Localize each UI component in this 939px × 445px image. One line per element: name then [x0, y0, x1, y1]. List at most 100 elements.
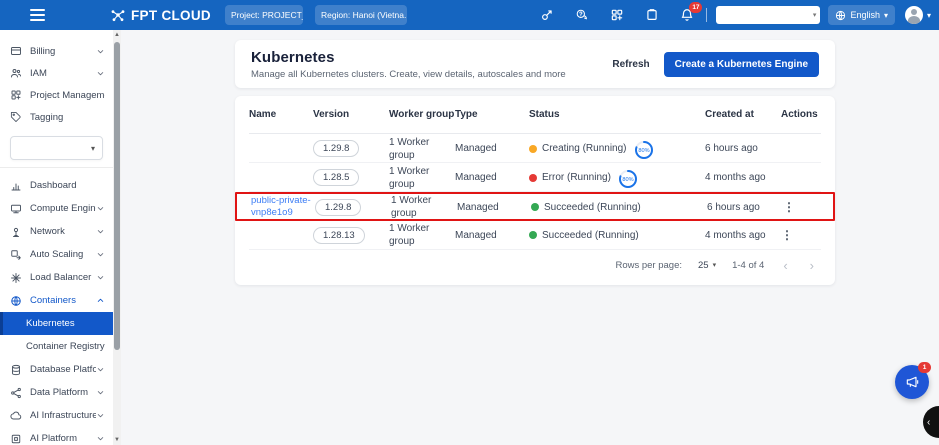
- sidebar-nav: Billing IAM Project Management Tagging ▾ Da…: [0, 30, 113, 445]
- topbar-divider: [706, 8, 707, 22]
- chevron-down-icon: [96, 411, 105, 420]
- sidebar-item-containers[interactable]: Containers: [0, 289, 113, 312]
- col-version: Version: [313, 109, 389, 120]
- rows-per-page-label: Rows per page:: [615, 260, 682, 271]
- scroll-up-arrow-icon[interactable]: ▲: [113, 31, 121, 39]
- status-cell: Succeeded (Running): [531, 202, 707, 213]
- create-kubernetes-engine-button[interactable]: Create a Kubernetes Engine: [664, 52, 819, 77]
- load-balancer-icon: [10, 272, 22, 284]
- worker-group-cell: 1 Worker group: [391, 194, 457, 220]
- type-cell: Managed: [457, 202, 531, 213]
- status-dot: [529, 145, 537, 153]
- chevron-down-icon: ▾: [91, 144, 95, 153]
- access-key-icon[interactable]: [539, 7, 555, 23]
- status-dot: [531, 203, 539, 211]
- sidebar-item-data-platform[interactable]: Data Platform: [0, 381, 113, 404]
- worker-group-cell: 1 Worker group: [389, 222, 455, 248]
- sidebar-item-label: Data Platform: [30, 387, 96, 398]
- sidebar-item-label: Database Platform: [30, 364, 96, 375]
- help-chat-button[interactable]: ‹: [923, 406, 939, 438]
- rows-per-page-select[interactable]: 25 ▾: [698, 260, 716, 271]
- sidebar-item-label: Tagging: [30, 112, 105, 123]
- svg-text:80%: 80%: [622, 177, 633, 183]
- table-row: 1.29.81 Worker groupManaged Creating (Ru…: [249, 134, 821, 163]
- sidebar-filter-select[interactable]: ▾: [10, 136, 103, 160]
- next-page-button[interactable]: ›: [807, 258, 817, 273]
- sidebar-item-label: Kubernetes: [26, 318, 105, 329]
- compute-engine-icon: [10, 203, 22, 215]
- sidebar-item-billing[interactable]: Billing: [0, 40, 113, 62]
- chevron-up-icon: [96, 296, 105, 305]
- chevron-down-icon: [96, 273, 105, 282]
- chevron-down-icon: [96, 434, 105, 443]
- sidebar-item-iam[interactable]: IAM: [0, 62, 113, 84]
- console-clipboard-icon[interactable]: [644, 7, 660, 23]
- sidebar-item-auto-scaling[interactable]: Auto Scaling: [0, 243, 113, 266]
- pagination-range-label: 1-4 of 4: [732, 260, 764, 271]
- previous-page-button[interactable]: ‹: [780, 258, 790, 273]
- megaphone-icon: [904, 374, 920, 390]
- chevron-down-icon: ▾: [927, 11, 931, 20]
- sidebar-item-compute-engine[interactable]: Compute Engine: [0, 197, 113, 220]
- sidebar-item-label: AI Infrastructure: [30, 410, 96, 421]
- global-search-input[interactable]: [716, 6, 820, 24]
- chevron-down-icon: [96, 47, 105, 56]
- sidebar-item-label: IAM: [30, 68, 96, 79]
- status-cell: Succeeded (Running): [529, 230, 705, 241]
- col-name: Name: [249, 109, 313, 120]
- sidebar-item-network[interactable]: Network: [0, 220, 113, 243]
- col-actions: Actions: [781, 109, 821, 120]
- sidebar-item-tagging[interactable]: Tagging: [0, 106, 113, 128]
- announcements-fab-button[interactable]: 1: [895, 365, 929, 399]
- svg-text:80%: 80%: [638, 148, 649, 154]
- status-label: Succeeded (Running): [542, 230, 639, 241]
- sidebar-item-label: Compute Engine: [30, 203, 96, 214]
- tagging-icon: [10, 111, 22, 123]
- language-selector[interactable]: English ▾: [828, 5, 895, 25]
- worker-group-cell: 1 Worker group: [389, 136, 455, 162]
- table-row: 1.28.51 Worker groupManaged Error (Runni…: [249, 163, 821, 192]
- created-at-cell: 4 months ago: [705, 172, 781, 183]
- project-selector[interactable]: Project: PROJECT_XPL...▾: [225, 5, 303, 25]
- region-selector[interactable]: Region: Hanoi (Vietna...▾: [315, 5, 407, 25]
- auto-scaling-icon: [10, 249, 22, 261]
- sidebar-item-kubernetes[interactable]: Kubernetes: [0, 312, 113, 335]
- chevron-down-icon: [96, 388, 105, 397]
- brand-logo: FPT CLOUD: [110, 7, 211, 23]
- database-platform-icon: [10, 364, 22, 376]
- ai-platform-icon: [10, 433, 22, 445]
- status-label: Creating (Running): [542, 143, 627, 154]
- containers-icon: [10, 295, 22, 307]
- table-row: public-private-vnp8e1o91.29.81 Worker gr…: [235, 192, 835, 221]
- support-chat-icon[interactable]: [574, 7, 590, 23]
- cluster-name-link[interactable]: public-private-vnp8e1o9: [251, 195, 315, 219]
- chevron-down-icon: [96, 69, 105, 78]
- status-dot: [529, 174, 537, 182]
- scrollbar-thumb[interactable]: [114, 42, 120, 350]
- row-actions-menu-icon[interactable]: ⋮: [781, 228, 793, 242]
- ai-infrastructure-icon: [10, 410, 22, 422]
- sidebar-scrollbar[interactable]: ▲ ▼: [113, 30, 121, 445]
- scroll-down-arrow-icon[interactable]: ▼: [113, 436, 121, 444]
- menu-hamburger-icon[interactable]: [30, 5, 54, 25]
- sidebar-item-label: Container Registry: [26, 341, 105, 352]
- sidebar-item-database-platform[interactable]: Database Platform: [0, 358, 113, 381]
- sidebar-item-ai-infrastructure[interactable]: AI Infrastructure: [0, 404, 113, 427]
- created-at-cell: 6 hours ago: [705, 143, 781, 154]
- fpt-cloud-logo-icon: [110, 7, 126, 23]
- network-icon: [10, 226, 22, 238]
- account-menu[interactable]: ▾: [905, 6, 931, 24]
- row-actions-menu-icon[interactable]: ⋮: [783, 200, 795, 214]
- sidebar-item-load-balancer[interactable]: Load Balancer: [0, 266, 113, 289]
- sidebar-item-dashboard[interactable]: Dashboard: [0, 174, 113, 197]
- billing-icon: [10, 45, 22, 57]
- top-navbar: FPT CLOUD Project: PROJECT_XPL...▾ Regio…: [0, 0, 939, 30]
- sidebar-item-container-registry[interactable]: Container Registry: [0, 335, 113, 358]
- sidebar-item-label: Load Balancer: [30, 272, 96, 283]
- refresh-button[interactable]: Refresh: [612, 59, 649, 70]
- sidebar-item-project-management[interactable]: Project Management: [0, 84, 113, 106]
- notifications-bell-icon[interactable]: 17: [679, 7, 695, 23]
- created-at-cell: 6 hours ago: [707, 202, 783, 213]
- services-grid-icon[interactable]: [609, 7, 625, 23]
- sidebar-item-ai-platform[interactable]: AI Platform: [0, 427, 113, 445]
